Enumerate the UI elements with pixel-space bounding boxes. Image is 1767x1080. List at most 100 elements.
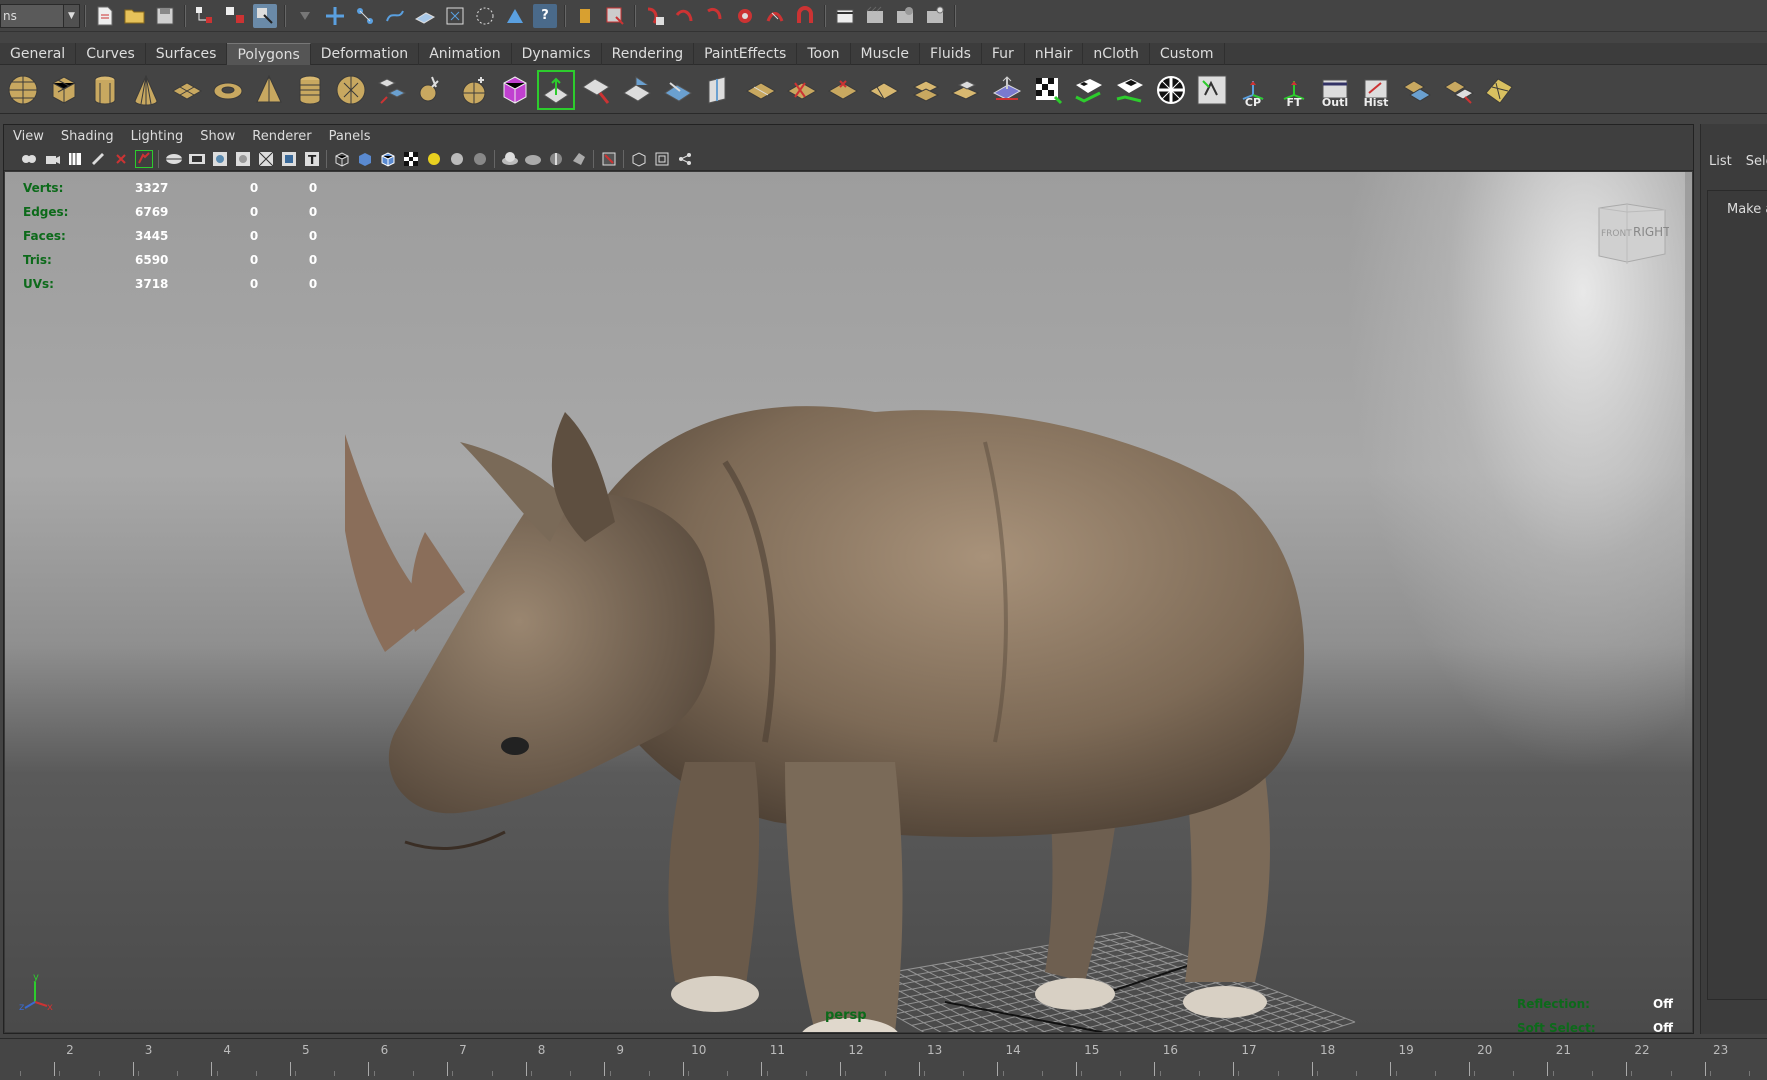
tab-muscle[interactable]: Muscle xyxy=(851,43,920,65)
high-quality-icon[interactable] xyxy=(471,150,489,168)
combine-icon[interactable] xyxy=(373,70,411,110)
open-scene-icon[interactable] xyxy=(123,4,147,28)
render-view-icon[interactable] xyxy=(763,4,787,28)
poly-cylinder-icon[interactable] xyxy=(86,70,124,110)
field-chart-icon[interactable] xyxy=(257,150,275,168)
tab-curves[interactable]: Curves xyxy=(76,43,146,65)
magnet-icon[interactable] xyxy=(793,4,817,28)
combine-objects-icon[interactable] xyxy=(1398,70,1436,110)
menu-list[interactable]: List xyxy=(1709,154,1732,169)
save-scene-icon[interactable] xyxy=(153,4,177,28)
use-all-lights-icon[interactable] xyxy=(425,150,443,168)
3d-viewport[interactable]: Verts: 3327 0 0 Edges: 6769 0 0 Faces: 3… xyxy=(5,172,1692,1032)
wedge-face-icon[interactable] xyxy=(906,70,944,110)
freeze-transforms-button[interactable]: FT xyxy=(1275,70,1313,110)
film-gate-icon[interactable] xyxy=(188,150,206,168)
duplicate-face-icon[interactable] xyxy=(947,70,985,110)
xray-joints-icon[interactable] xyxy=(524,150,542,168)
mirror-cube-icon[interactable] xyxy=(496,70,534,110)
separate-icon[interactable] xyxy=(414,70,452,110)
history-icon[interactable] xyxy=(473,4,497,28)
bridge-icon[interactable] xyxy=(578,70,616,110)
safe-action-icon[interactable] xyxy=(280,150,298,168)
snap-grid-icon[interactable] xyxy=(323,4,347,28)
shadows-icon[interactable] xyxy=(448,150,466,168)
menu-set-dropdown[interactable]: ns ▼ xyxy=(0,3,80,28)
triangulate-icon[interactable] xyxy=(1480,70,1518,110)
xray-icon[interactable] xyxy=(501,150,519,168)
poly-soccer-ball-icon[interactable] xyxy=(332,70,370,110)
planar-map-icon[interactable] xyxy=(1070,70,1108,110)
isolate-select-icon[interactable] xyxy=(600,150,618,168)
poly-cone-icon[interactable] xyxy=(127,70,165,110)
checker-uv-icon[interactable] xyxy=(1029,70,1067,110)
snap-live-icon[interactable] xyxy=(443,4,467,28)
outliner-button[interactable]: Outl xyxy=(1316,70,1354,110)
resolution-gate-icon[interactable] xyxy=(211,150,229,168)
lock-selection-icon[interactable] xyxy=(293,4,317,28)
menu-selected[interactable]: Sele xyxy=(1746,154,1767,169)
tab-nhair[interactable]: nHair xyxy=(1025,43,1084,65)
output-ops-icon[interactable] xyxy=(603,4,627,28)
view-cube[interactable]: FRONT RIGHT xyxy=(1593,202,1671,266)
offset-edge-loop-icon[interactable] xyxy=(742,70,780,110)
render-settings-icon[interactable] xyxy=(703,4,727,28)
smooth-shade-icon[interactable] xyxy=(356,150,374,168)
tab-fur[interactable]: Fur xyxy=(982,43,1025,65)
grid-toggle-icon[interactable] xyxy=(165,150,183,168)
two-views-icon[interactable] xyxy=(653,150,671,168)
render-sequence-icon[interactable] xyxy=(863,4,887,28)
snap-view-plane-icon[interactable] xyxy=(413,4,437,28)
poly-prism-icon[interactable] xyxy=(250,70,288,110)
input-ops-icon[interactable] xyxy=(573,4,597,28)
render-current-icon[interactable] xyxy=(643,4,667,28)
poly-pipe-icon[interactable] xyxy=(291,70,329,110)
node-editor-icon[interactable] xyxy=(676,150,694,168)
tab-custom[interactable]: Custom xyxy=(1150,43,1225,65)
two-d-pan-icon[interactable] xyxy=(112,150,130,168)
poly-plane-icon[interactable] xyxy=(168,70,206,110)
construction-icon[interactable] xyxy=(503,4,527,28)
tab-fluids[interactable]: Fluids xyxy=(920,43,982,65)
poly-sphere-icon[interactable] xyxy=(4,70,42,110)
help-icon[interactable]: ? xyxy=(533,3,557,28)
backface-culling-icon[interactable] xyxy=(570,150,588,168)
ipr-render-icon[interactable] xyxy=(673,4,697,28)
cylindrical-map-icon[interactable] xyxy=(1111,70,1149,110)
tab-rendering[interactable]: Rendering xyxy=(602,43,695,65)
poly-torus-icon[interactable] xyxy=(209,70,247,110)
menu-shading[interactable]: Shading xyxy=(52,129,122,144)
tab-general[interactable]: General xyxy=(0,43,77,65)
tab-dynamics[interactable]: Dynamics xyxy=(512,43,602,65)
select-hierarchy-icon[interactable] xyxy=(193,4,217,28)
center-pivot-button[interactable]: CP xyxy=(1234,70,1272,110)
menu-lighting[interactable]: Lighting xyxy=(122,129,192,144)
tab-surfaces[interactable]: Surfaces xyxy=(146,43,228,65)
new-scene-icon[interactable] xyxy=(93,4,117,28)
spherical-map-icon[interactable] xyxy=(1152,70,1190,110)
tab-toon[interactable]: Toon xyxy=(797,43,851,65)
bookmarks-icon[interactable] xyxy=(66,150,84,168)
wireframe-on-shaded-icon[interactable] xyxy=(379,150,397,168)
poke-face-icon[interactable] xyxy=(865,70,903,110)
menu-panels[interactable]: Panels xyxy=(320,129,379,144)
separate-objects-icon[interactable] xyxy=(1439,70,1477,110)
snap-curve-icon[interactable] xyxy=(353,4,377,28)
tab-ncloth[interactable]: nCloth xyxy=(1083,43,1150,65)
smooth-icon[interactable] xyxy=(455,70,493,110)
hypershade-icon[interactable] xyxy=(733,4,757,28)
clapboard-icon[interactable] xyxy=(833,4,857,28)
select-camera-icon[interactable] xyxy=(20,150,38,168)
time-slider[interactable]: 2 3 4 5 6 7 8 9 10 11 12 13 14 15 16 17 18 19 20 21 22 23 xyxy=(0,1038,1767,1080)
camera-attributes-icon[interactable] xyxy=(43,150,61,168)
single-view-icon[interactable] xyxy=(630,150,648,168)
xray-components-icon[interactable] xyxy=(547,150,565,168)
tab-animation[interactable]: Animation xyxy=(419,43,512,65)
menu-view[interactable]: View xyxy=(4,129,52,144)
rhino-model[interactable] xyxy=(345,282,1425,1032)
split-poly-icon[interactable] xyxy=(660,70,698,110)
tab-deformation[interactable]: Deformation xyxy=(311,43,420,65)
safe-title-icon[interactable]: T xyxy=(303,150,321,168)
delete-history-button[interactable]: Hist xyxy=(1357,70,1395,110)
select-object-icon[interactable] xyxy=(223,4,247,28)
